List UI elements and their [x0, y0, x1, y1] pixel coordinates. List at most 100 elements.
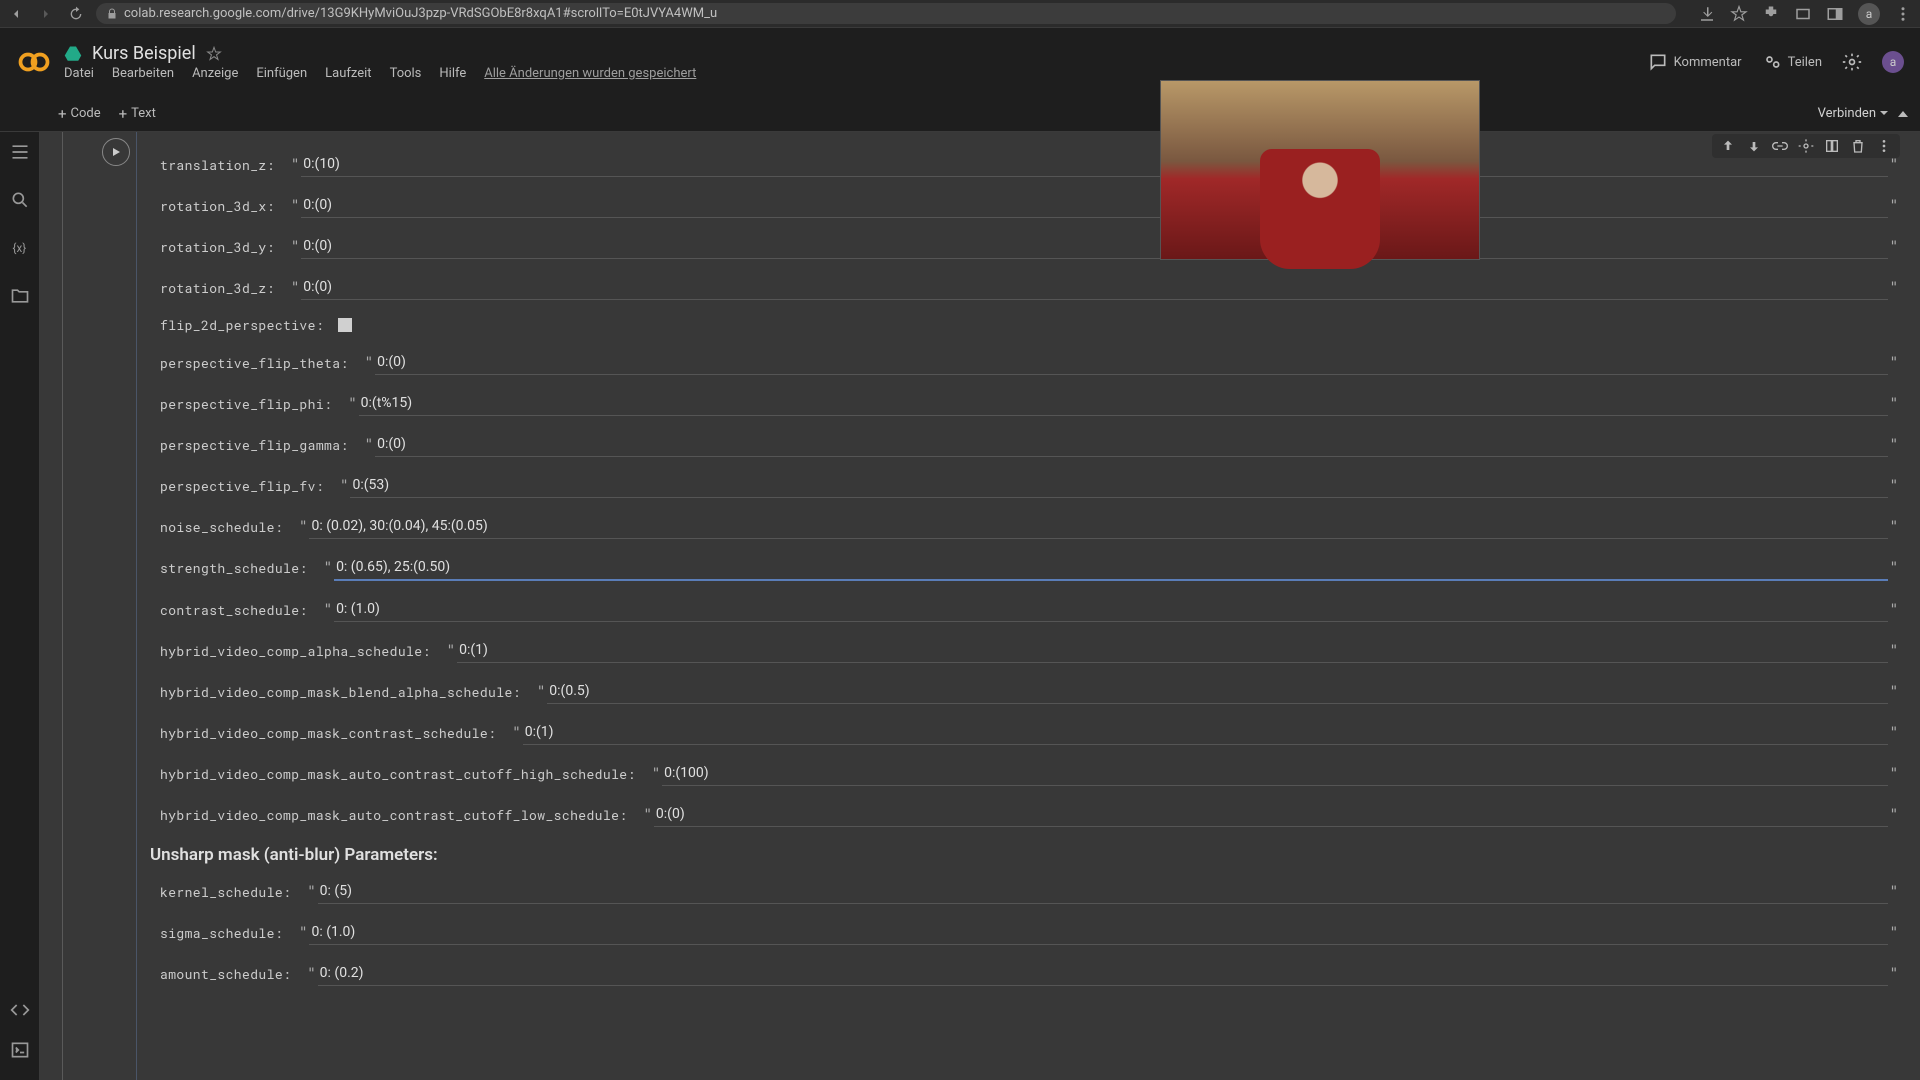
saved-status: Alle Änderungen wurden gespeichert [484, 66, 696, 81]
text-input[interactable] [309, 920, 1887, 945]
field-label: perspective_flip_gamma: [160, 436, 349, 454]
text-input[interactable] [547, 679, 1887, 704]
form-row: sigma_schedule:"" [160, 920, 1900, 945]
form-row: hybrid_video_comp_mask_contrast_schedule… [160, 720, 1900, 745]
browser-bar: colab.research.google.com/drive/13G9KHyM… [0, 0, 1920, 28]
field-label: rotation_3d_x: [160, 197, 275, 215]
text-input[interactable] [301, 234, 1887, 259]
doc-title[interactable]: Kurs Beispiel [92, 43, 196, 64]
left-rail: {x} [0, 132, 40, 1080]
text-input[interactable] [334, 597, 1888, 622]
form-row: contrast_schedule:"" [160, 597, 1900, 622]
tab-icon[interactable] [1794, 5, 1812, 23]
text-input[interactable] [301, 193, 1887, 218]
toc-icon[interactable] [10, 142, 30, 162]
field-label: hybrid_video_comp_alpha_schedule: [160, 642, 431, 660]
chevron-down-icon [1880, 111, 1888, 119]
run-cell-button[interactable] [102, 138, 130, 166]
text-input[interactable] [375, 350, 1887, 375]
form-row: strength_schedule:"" [160, 555, 1900, 581]
star-icon[interactable] [1730, 5, 1748, 23]
form-row: perspective_flip_gamma:"" [160, 432, 1900, 457]
files-icon[interactable] [10, 286, 30, 306]
url-text: colab.research.google.com/drive/13G9KHyM… [124, 6, 717, 21]
colab-header: Kurs Beispiel Datei Bearbeiten Anzeige E… [0, 28, 1920, 96]
checkbox[interactable] [338, 318, 352, 332]
account-avatar[interactable]: a [1882, 51, 1904, 73]
menu-anzeige[interactable]: Anzeige [192, 66, 238, 81]
forward-icon[interactable] [38, 6, 54, 22]
menu-bar: Datei Bearbeiten Anzeige Einfügen Laufze… [64, 66, 1636, 81]
share-button[interactable]: Teilen [1762, 52, 1822, 72]
text-input[interactable] [334, 555, 1888, 581]
form-row: flip_2d_perspective: [160, 316, 1900, 334]
text-input[interactable] [318, 879, 1888, 904]
menu-hilfe[interactable]: Hilfe [439, 66, 466, 81]
colab-logo[interactable] [16, 44, 52, 80]
webcam-pip[interactable] [1160, 80, 1480, 260]
comment-button[interactable]: Kommentar [1648, 52, 1742, 72]
field-label: perspective_flip_fv: [160, 477, 324, 495]
form-row: hybrid_video_comp_mask_auto_contrast_cut… [160, 761, 1900, 786]
browser-menu-icon[interactable] [1894, 5, 1912, 23]
field-label: noise_schedule: [160, 518, 283, 536]
add-text-button[interactable]: +Text [119, 105, 156, 123]
svg-text:{x}: {x} [12, 241, 26, 255]
collapse-icon[interactable] [1898, 111, 1908, 117]
field-label: perspective_flip_theta: [160, 354, 349, 372]
form-row: amount_schedule:"" [160, 961, 1900, 986]
settings-icon[interactable] [1842, 52, 1862, 72]
text-input[interactable] [662, 761, 1887, 786]
field-label: rotation_3d_y: [160, 238, 275, 256]
text-input[interactable] [457, 638, 1887, 663]
field-label: perspective_flip_phi: [160, 395, 332, 413]
field-label: flip_2d_perspective: [160, 316, 324, 334]
field-label: sigma_schedule: [160, 924, 283, 942]
notebook-content[interactable]: translation_z:""rotation_3d_x:""rotation… [40, 132, 1920, 1080]
form-row: rotation_3d_x:"" [160, 193, 1900, 218]
field-label: contrast_schedule: [160, 601, 308, 619]
extensions-icon[interactable] [1762, 5, 1780, 23]
text-input[interactable] [318, 961, 1888, 986]
add-code-button[interactable]: +Code [58, 105, 101, 123]
install-icon[interactable] [1698, 5, 1716, 23]
terminal-icon[interactable] [10, 1040, 30, 1060]
field-label: amount_schedule: [160, 965, 291, 983]
form-row: perspective_flip_phi:"" [160, 391, 1900, 416]
text-input[interactable] [359, 391, 1888, 416]
connect-button[interactable]: Verbinden [1818, 106, 1888, 121]
webcam-person [1260, 149, 1380, 269]
menu-tools[interactable]: Tools [390, 66, 422, 81]
variables-icon[interactable]: {x} [10, 238, 30, 258]
lock-icon [106, 8, 118, 20]
text-input[interactable] [375, 432, 1887, 457]
field-label: hybrid_video_comp_mask_contrast_schedule… [160, 724, 496, 742]
form-row: kernel_schedule:"" [160, 879, 1900, 904]
url-bar[interactable]: colab.research.google.com/drive/13G9KHyM… [96, 3, 1676, 24]
menu-laufzeit[interactable]: Laufzeit [325, 66, 371, 81]
panel-icon[interactable] [1826, 5, 1844, 23]
menu-einfuegen[interactable]: Einfügen [256, 66, 307, 81]
text-input[interactable] [350, 473, 1887, 498]
back-icon[interactable] [8, 6, 24, 22]
field-label: kernel_schedule: [160, 883, 291, 901]
profile-avatar[interactable]: a [1858, 3, 1880, 25]
code-snippets-icon[interactable] [10, 1000, 30, 1020]
field-label: translation_z: [160, 156, 275, 174]
reload-icon[interactable] [68, 6, 84, 22]
favorite-icon[interactable] [206, 46, 222, 62]
form-row: rotation_3d_z:"" [160, 275, 1900, 300]
text-input[interactable] [523, 720, 1888, 745]
menu-bearbeiten[interactable]: Bearbeiten [112, 66, 174, 81]
form-row: perspective_flip_theta:"" [160, 350, 1900, 375]
text-input[interactable] [301, 275, 1887, 300]
field-label: hybrid_video_comp_mask_blend_alpha_sched… [160, 683, 521, 701]
search-icon[interactable] [10, 190, 30, 210]
field-label: hybrid_video_comp_mask_auto_contrast_cut… [160, 765, 636, 783]
text-input[interactable] [309, 514, 1887, 539]
text-input[interactable] [301, 152, 1887, 177]
field-label: rotation_3d_z: [160, 279, 275, 297]
form-row: hybrid_video_comp_mask_blend_alpha_sched… [160, 679, 1900, 704]
text-input[interactable] [654, 802, 1888, 827]
menu-datei[interactable]: Datei [64, 66, 94, 81]
